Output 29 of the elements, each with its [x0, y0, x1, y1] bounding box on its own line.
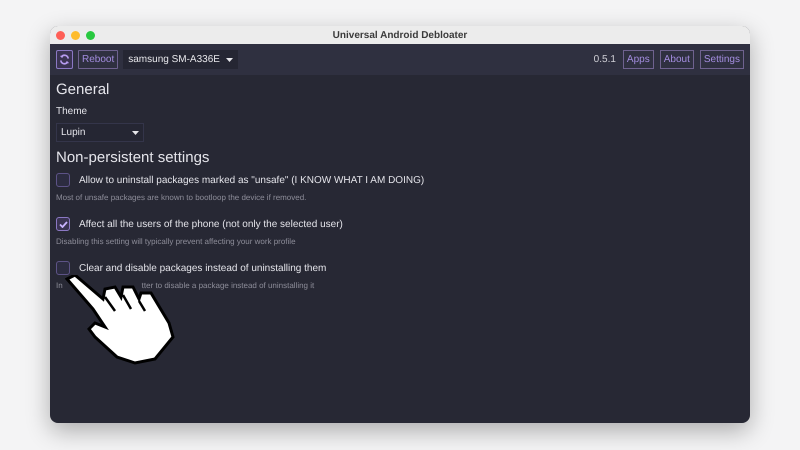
refresh-icon: [59, 54, 70, 65]
section-heading: Non-persistent settings: [56, 149, 210, 167]
checkbox[interactable]: [56, 217, 70, 231]
theme-dropdown[interactable]: Lupin: [56, 123, 144, 142]
window-title: Universal Android Debloater: [332, 28, 468, 42]
checkmark-icon: [58, 220, 68, 228]
option-label: Affect all the users of the phone (not only the selected user): [79, 218, 343, 232]
version-label: 0.5.1: [594, 53, 616, 67]
close-button[interactable]: [56, 30, 65, 40]
refresh-button[interactable]: [56, 50, 73, 69]
option-description: tter to disable a package instead of uninstalling it: [142, 280, 314, 292]
section-heading: General: [56, 81, 110, 99]
theme-label: Theme: [56, 105, 88, 119]
maximize-button[interactable]: [86, 30, 95, 40]
device-dropdown[interactable]: samsung SM-A336E: [123, 50, 238, 69]
option-description: Disabling this setting will typically prevent affecting your work profile: [56, 236, 296, 248]
option-description: In: [56, 280, 63, 292]
nav-button[interactable]: Apps: [622, 50, 654, 69]
reboot-button[interactable]: Reboot: [78, 50, 118, 69]
minimize-button[interactable]: [71, 30, 80, 40]
option-label: Allow to uninstall packages marked as "unsafe" (I KNOW WHAT I AM DOING): [79, 174, 424, 188]
checkbox[interactable]: [56, 173, 70, 187]
option-label: Clear and disable packages instead of uninstalling them: [79, 262, 326, 276]
nav-button[interactable]: Settings: [700, 50, 744, 69]
nav-button[interactable]: About: [660, 50, 694, 69]
caret-icon: [226, 58, 233, 62]
caret-icon: [132, 130, 139, 134]
checkbox[interactable]: [56, 261, 70, 275]
option-description: Most of unsafe packages are known to bootloop the device if removed.: [56, 192, 306, 204]
